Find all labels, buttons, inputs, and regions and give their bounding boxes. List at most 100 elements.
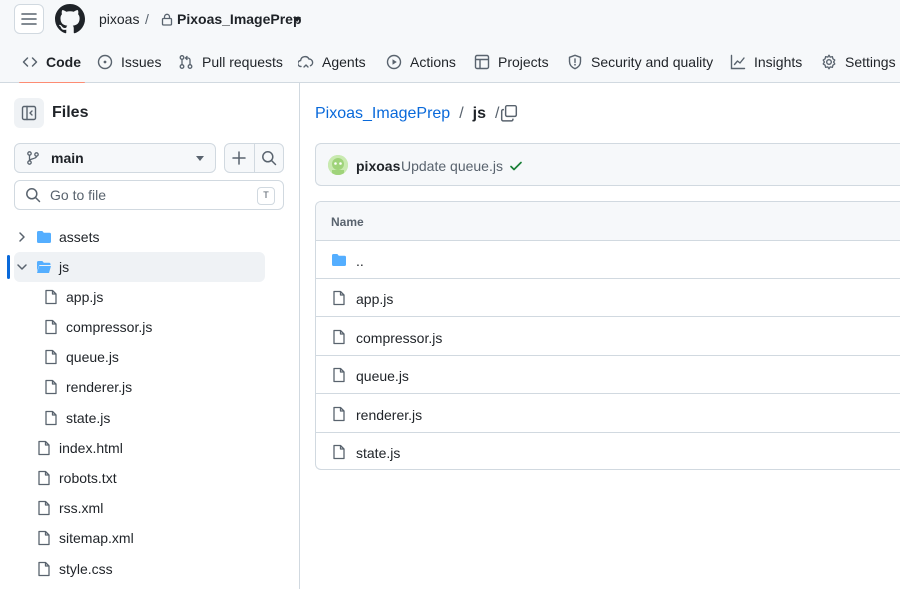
tab-projects[interactable]: Projects [474, 40, 549, 83]
tree-item-robots-txt[interactable]: robots.txt [0, 463, 299, 493]
chevron-down-icon [196, 156, 204, 161]
file-icon [45, 410, 57, 426]
repo-name-link[interactable]: Pixoas_ImagePrep [177, 11, 302, 27]
tab-label: Projects [498, 53, 549, 70]
avatar[interactable] [328, 155, 348, 175]
tree-item-queue-js[interactable]: queue.js [0, 342, 299, 372]
tree-item-app-js[interactable]: app.js [0, 282, 299, 312]
file-icon [38, 440, 50, 456]
tab-issues[interactable]: Issues [97, 40, 161, 83]
menu-button[interactable] [14, 4, 44, 34]
gear-icon [822, 54, 836, 69]
search-files-button[interactable] [253, 144, 283, 172]
repo-tabs: Code Issues Pull requests Agents Actions… [0, 40, 900, 84]
code-icon [22, 56, 38, 67]
file-table: Name .. app.js compressor.js queue.js re… [315, 201, 900, 470]
lock-icon [161, 13, 173, 26]
tab-insights[interactable]: Insights [730, 40, 802, 83]
tab-label: Settings [845, 53, 896, 70]
path-separator: / [145, 11, 149, 27]
tree-actions [224, 143, 284, 173]
search-icon [262, 151, 277, 166]
file-name-link[interactable]: renderer.js [356, 407, 422, 423]
tree-item-state-js[interactable]: state.js [0, 403, 299, 433]
file-icon [38, 470, 50, 486]
collapse-sidebar-button[interactable] [14, 98, 44, 128]
play-icon [386, 54, 402, 69]
file-icon [38, 500, 50, 516]
branch-name: main [51, 150, 84, 166]
top-bar: pixoas / Pixoas_ImagePrep [0, 0, 900, 40]
tab-settings[interactable]: Settings [821, 40, 896, 83]
tree-item-label: queue.js [66, 349, 119, 365]
branch-selector-button[interactable]: main [14, 143, 216, 173]
file-name-link[interactable]: .. [356, 253, 364, 269]
graph-icon [730, 54, 746, 69]
tree-item-sitemap-xml[interactable]: sitemap.xml [0, 523, 299, 553]
sidebar-collapse-icon [21, 105, 37, 121]
tree-item-renderer-js[interactable]: renderer.js [0, 372, 299, 402]
avatar-icon [328, 155, 348, 175]
tree-item-compressor-js[interactable]: compressor.js [0, 312, 299, 342]
chevron-right-icon[interactable] [16, 231, 28, 243]
file-name-link[interactable]: queue.js [356, 368, 409, 384]
table-row-parent-dir[interactable]: .. [316, 241, 900, 279]
owner-link[interactable]: pixoas [99, 11, 139, 27]
tree-item-label: rss.xml [59, 500, 104, 516]
table-row[interactable]: compressor.js [316, 318, 900, 356]
table-row[interactable]: state.js [316, 433, 900, 469]
tab-label: Code [46, 53, 81, 70]
tree-item-style-css[interactable]: style.css [0, 554, 299, 584]
file-name-link[interactable]: app.js [356, 291, 393, 307]
file-icon [45, 379, 57, 395]
commit-message-link[interactable]: Update queue.js [401, 158, 503, 174]
tab-actions[interactable]: Actions [386, 40, 456, 83]
table-row[interactable]: renderer.js [316, 395, 900, 433]
github-logo-icon[interactable] [55, 4, 85, 34]
breadcrumb-repo-link[interactable]: Pixoas_ImagePrep [315, 105, 450, 123]
file-icon [38, 561, 50, 577]
tree-item-label: renderer.js [66, 379, 133, 395]
tree-item-index-html[interactable]: index.html [0, 433, 299, 463]
copy-path-icon[interactable] [500, 104, 518, 122]
table-icon [474, 54, 490, 69]
search-icon [26, 188, 41, 203]
breadcrumb-current-dir: js [472, 105, 486, 122]
tab-label: Agents [322, 53, 366, 70]
table-row[interactable]: queue.js [316, 356, 900, 394]
tree-item-js[interactable]: js [0, 252, 299, 282]
tab-label: Pull requests [202, 53, 283, 70]
chevron-down-icon[interactable] [293, 17, 301, 22]
table-row[interactable]: app.js [316, 279, 900, 317]
tab-security-and-quality[interactable]: Security and quality [567, 40, 713, 83]
branch-icon [27, 151, 39, 165]
plus-icon [232, 151, 247, 165]
folder-open-icon [37, 261, 51, 273]
go-to-file-input[interactable] [50, 187, 250, 203]
tree-item-assets[interactable]: assets [0, 222, 299, 252]
shield-icon [568, 54, 582, 69]
keyboard-shortcut-hint: T [257, 187, 275, 205]
go-to-file-field[interactable]: T [14, 180, 284, 210]
chevron-down-icon[interactable] [16, 261, 28, 273]
pull-request-icon [179, 54, 193, 69]
tab-pull-requests[interactable]: Pull requests [178, 40, 283, 83]
tree-item-label: style.css [59, 561, 113, 577]
tree-item-rss-xml[interactable]: rss.xml [0, 493, 299, 523]
tree-item-label: index.html [59, 440, 123, 456]
file-icon [333, 290, 345, 306]
column-header-name: Name [331, 215, 364, 229]
commit-author-link[interactable]: pixoas [356, 158, 400, 174]
tab-label: Issues [121, 53, 162, 70]
file-name-link[interactable]: state.js [356, 445, 400, 461]
breadcrumb: Pixoas_ImagePrep / js / [315, 105, 508, 123]
tree-item-label: state.js [66, 410, 111, 426]
tab-label: Actions [410, 53, 456, 70]
tab-code[interactable]: Code [19, 40, 85, 84]
file-icon [45, 289, 57, 305]
repo-header: pixoas / Pixoas_ImagePrep Code Issues Pu… [0, 0, 900, 84]
tab-agents[interactable]: Agents [298, 40, 366, 83]
check-icon[interactable] [509, 159, 523, 173]
add-file-button[interactable] [225, 144, 254, 172]
file-name-link[interactable]: compressor.js [356, 330, 442, 346]
